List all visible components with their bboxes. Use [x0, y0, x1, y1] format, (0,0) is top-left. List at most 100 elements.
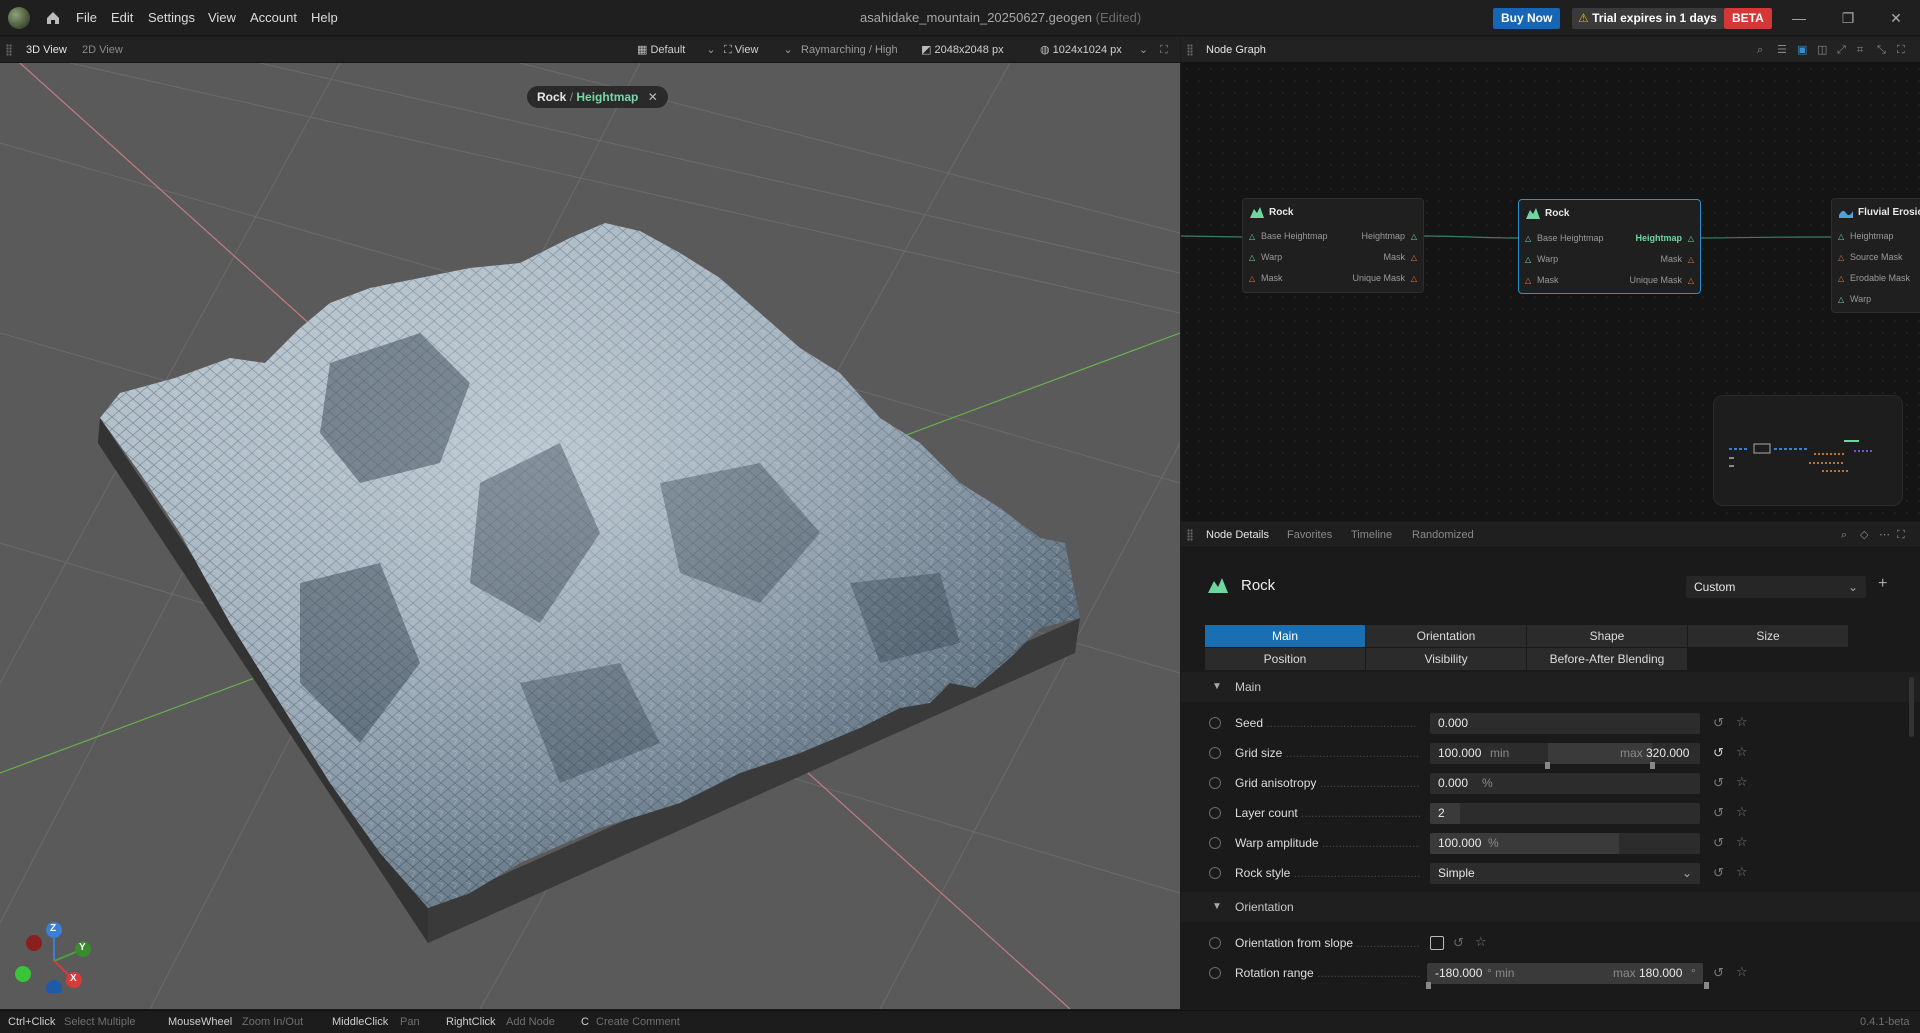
close-icon[interactable]: ✕	[648, 90, 658, 104]
port-input[interactable]: Base Heightmap	[1261, 231, 1328, 241]
param-toggle[interactable]	[1209, 867, 1221, 879]
expand-icon[interactable]: ⤢	[1837, 37, 1846, 63]
fullscreen-icon[interactable]: ⛶	[1897, 37, 1905, 63]
port-input[interactable]: Mask	[1261, 273, 1283, 283]
reset-icon[interactable]: ↺	[1713, 805, 1724, 821]
graph-node-fluvial-erosion[interactable]: Fluvial Erosio △ Heightmap △ Source Mask…	[1831, 198, 1920, 313]
tab-main[interactable]: Main	[1205, 625, 1365, 647]
preview-res-dropdown[interactable]: ◍ 1024x1024 px ⌄	[1040, 37, 1148, 63]
resolution-dropdown[interactable]: ◩ 2048x2048 px	[921, 37, 1004, 63]
port-input[interactable]: Warp	[1261, 252, 1282, 262]
maximize-icon[interactable]: ❐	[1825, 0, 1871, 36]
port-output[interactable]: Heightmap	[1361, 231, 1405, 241]
port-output[interactable]: Unique Mask	[1352, 273, 1405, 283]
node-graph-canvas[interactable]: Rock △ Base Heightmap △ Warp △ Mask Heig…	[1181, 63, 1920, 521]
diamond-icon[interactable]: ◇	[1860, 522, 1868, 548]
reset-icon[interactable]: ↺	[1713, 865, 1724, 881]
favorite-star-icon[interactable]: ☆	[1736, 804, 1748, 820]
param-toggle[interactable]	[1209, 717, 1221, 729]
tab-visibility[interactable]: Visibility	[1366, 648, 1526, 670]
close-window-icon[interactable]: ✕	[1873, 0, 1919, 36]
graph-node-rock-1[interactable]: Rock △ Base Heightmap △ Warp △ Mask Heig…	[1242, 198, 1424, 293]
render-mode[interactable]: Raymarching / High	[801, 37, 898, 63]
port-input[interactable]: Warp	[1850, 294, 1871, 304]
breadcrumb-output[interactable]: Heightmap	[576, 90, 638, 104]
section-main[interactable]: ▼ Main	[1181, 672, 1920, 702]
tab-favorites[interactable]: Favorites	[1287, 522, 1332, 548]
orientation-from-slope-checkbox[interactable]	[1430, 936, 1444, 950]
drag-grip-icon[interactable]	[1187, 529, 1193, 541]
tab-3d-view[interactable]: 3D View	[26, 37, 67, 63]
port-output[interactable]: Mask	[1660, 254, 1682, 264]
port-input[interactable]: Source Mask	[1850, 252, 1903, 262]
layout-icon[interactable]: ▣	[1797, 37, 1807, 63]
fullscreen-icon[interactable]: ⛶	[1160, 37, 1168, 63]
menu-file[interactable]: File	[76, 0, 97, 36]
param-toggle[interactable]	[1209, 807, 1221, 819]
reset-icon[interactable]: ↺	[1713, 715, 1724, 731]
favorite-star-icon[interactable]: ☆	[1736, 964, 1748, 980]
preset-dropdown[interactable]: ▦ Default ⌄	[637, 37, 716, 63]
app-logo-icon[interactable]	[8, 7, 30, 29]
view-dropdown[interactable]: ⛶ View ⌄	[724, 37, 793, 63]
viewport-breadcrumb[interactable]: Rock / Heightmap ✕	[527, 86, 668, 108]
add-preset-button[interactable]: +	[1878, 575, 1887, 593]
trial-badge[interactable]: ⚠ Trial expires in 1 days	[1572, 8, 1725, 29]
preset-select[interactable]: Custom ⌄	[1686, 576, 1866, 598]
rotation-range-input[interactable]: -180.000 ° min max 180.000 °	[1427, 963, 1703, 984]
rock-style-select[interactable]: Simple ⌄	[1430, 863, 1700, 884]
menu-view[interactable]: View	[208, 0, 236, 36]
buy-now-button[interactable]: Buy Now	[1493, 8, 1561, 29]
collapse-icon[interactable]: ⤡	[1877, 37, 1886, 63]
layer-count-input[interactable]: 2	[1430, 803, 1700, 824]
favorite-star-icon[interactable]: ☆	[1736, 744, 1748, 760]
menu-edit[interactable]: Edit	[111, 0, 133, 36]
favorite-star-icon[interactable]: ☆	[1736, 774, 1748, 790]
graph-minimap[interactable]	[1713, 395, 1903, 506]
menu-account[interactable]: Account	[250, 0, 297, 36]
reset-icon[interactable]: ↺	[1713, 835, 1724, 851]
more-icon[interactable]: ⋯	[1879, 522, 1890, 548]
tab-size[interactable]: Size	[1688, 625, 1848, 647]
port-input[interactable]: Erodable Mask	[1850, 273, 1910, 283]
port-output[interactable]: Unique Mask	[1629, 275, 1682, 285]
tab-before-after-blending[interactable]: Before-After Blending	[1527, 648, 1687, 670]
search-icon[interactable]: ⌕	[1757, 37, 1763, 63]
tab-orientation[interactable]: Orientation	[1366, 625, 1526, 647]
port-input[interactable]: Heightmap	[1850, 231, 1894, 241]
reset-icon[interactable]: ↺	[1453, 935, 1464, 951]
minimize-icon[interactable]: —	[1776, 0, 1822, 36]
range-max-handle[interactable]	[1704, 982, 1709, 989]
drag-grip-icon[interactable]	[1187, 44, 1193, 56]
details-scrollbar[interactable]	[1909, 677, 1914, 737]
home-icon[interactable]	[44, 9, 62, 27]
axis-gizmo[interactable]: Z Y X	[10, 913, 100, 996]
reset-icon[interactable]: ↺	[1713, 745, 1724, 761]
range-min-handle[interactable]	[1426, 982, 1431, 989]
list-icon[interactable]: ☰	[1777, 37, 1787, 63]
frame-icon[interactable]: ⌗	[1857, 37, 1863, 63]
port-input[interactable]: Base Heightmap	[1537, 233, 1604, 243]
tab-node-details[interactable]: Node Details	[1206, 522, 1269, 548]
grid-size-range[interactable]: 100.000 min max 320.000	[1430, 743, 1700, 764]
favorite-star-icon[interactable]: ☆	[1736, 714, 1748, 730]
tab-position[interactable]: Position	[1205, 648, 1365, 670]
port-input[interactable]: Warp	[1537, 254, 1558, 264]
favorite-star-icon[interactable]: ☆	[1475, 934, 1487, 950]
reset-icon[interactable]: ↺	[1713, 965, 1724, 981]
search-icon[interactable]: ⌕	[1841, 522, 1847, 548]
seed-input[interactable]: 0.000	[1430, 713, 1700, 734]
warp-amplitude-slider[interactable]: 100.000 %	[1430, 833, 1700, 854]
tab-2d-view[interactable]: 2D View	[82, 37, 123, 63]
drag-grip-icon[interactable]	[6, 44, 12, 56]
grid-anisotropy-input[interactable]: 0.000 %	[1430, 773, 1700, 794]
breadcrumb-node[interactable]: Rock	[537, 90, 566, 104]
graph-node-rock-2[interactable]: Rock △ Base Heightmap △ Warp △ Mask Heig…	[1518, 199, 1701, 294]
menu-help[interactable]: Help	[311, 0, 338, 36]
port-input[interactable]: Mask	[1537, 275, 1559, 285]
param-toggle[interactable]	[1209, 777, 1221, 789]
param-toggle[interactable]	[1209, 837, 1221, 849]
tab-randomized[interactable]: Randomized	[1412, 522, 1474, 548]
reset-icon[interactable]: ↺	[1713, 775, 1724, 791]
param-toggle[interactable]	[1209, 747, 1221, 759]
